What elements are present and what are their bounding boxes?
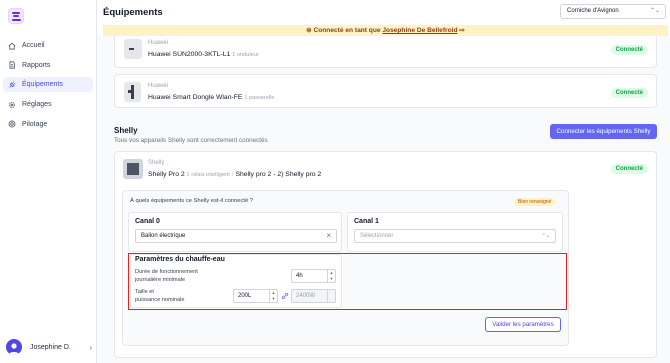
status-badge: Connecté — [610, 88, 648, 98]
params-title: Paramètres du chauffe-eau — [135, 256, 225, 263]
duration-label: Durée de fonctionnement journalière minim… — [135, 269, 198, 283]
sidebar-item-reglages[interactable]: Réglages — [3, 97, 93, 112]
device-image — [124, 39, 142, 59]
banner-user-link[interactable]: Josephine De Bellefroid — [382, 27, 457, 34]
sidebar-item-label: Rapports — [22, 61, 51, 69]
gear-icon — [8, 101, 16, 108]
device-card: Huawei Huawei SUN2000-3KTL-L1 1 onduleur… — [114, 36, 657, 68]
stepper-icon — [327, 290, 335, 302]
sidebar: Accueil Rapports Équipements Réglages Pi… — [0, 0, 97, 363]
banner-prefix: Connecté en tant que — [313, 27, 381, 34]
sidebar-item-equipements[interactable]: Équipements — [3, 77, 93, 93]
link-icon[interactable] — [281, 292, 289, 300]
status-badge: Connecté — [610, 164, 648, 174]
chevron-updown-icon: ⌃⌄ — [649, 8, 660, 14]
sidebar-item-label: Réglages — [22, 101, 52, 109]
user-name: Josephine D. — [30, 343, 71, 351]
canal-0-title: Canal 0 — [135, 218, 160, 225]
chevron-right-icon: › — [89, 342, 92, 352]
device-name: Huawei SUN2000-3KTL-L1 1 onduleur — [148, 51, 259, 58]
sidebar-item-accueil[interactable]: Accueil — [3, 38, 93, 53]
device-name: Shelly Pro 2 1 relais intelligent › Shel… — [148, 171, 322, 178]
exit-icon[interactable]: ⇨ — [459, 27, 465, 34]
connect-shelly-button[interactable]: Connecter les équipements Shelly — [550, 124, 657, 139]
connection-question: À quels équipements ce Shelly est-il con… — [130, 198, 254, 204]
sidebar-item-pilotage[interactable]: Pilotage — [3, 117, 93, 132]
validate-params-button[interactable]: Valider les paramètres — [485, 317, 561, 332]
device-brand: Huawei — [148, 40, 169, 46]
sidebar-nav: Accueil Rapports Équipements Réglages Pi… — [3, 38, 93, 136]
canal-0-select[interactable]: Ballon électrique × — [135, 229, 337, 243]
sidebar-item-label: Accueil — [22, 42, 45, 49]
section-title-shelly: Shelly — [114, 126, 138, 135]
canal-1-title: Canal 1 — [354, 218, 379, 225]
header: Équipements Corniche d'Avignon ⌃⌄ — [97, 0, 670, 25]
sidebar-item-rapports[interactable]: Rapports — [3, 58, 93, 73]
status-badge: Connecté — [610, 45, 648, 55]
status-badge: Bien renseigné — [514, 198, 556, 206]
avatar — [6, 339, 22, 355]
site-select[interactable]: Corniche d'Avignon ⌃⌄ — [560, 4, 666, 19]
stepper-icon[interactable]: ▲ ▼ — [269, 290, 277, 302]
page-title: Équipements — [103, 7, 163, 18]
canal-1-select[interactable]: Sélectionner ⌃⌄ — [354, 229, 556, 243]
device-image — [123, 159, 143, 179]
plug-icon — [9, 81, 16, 88]
device-name: Huawei Smart Dongle Wlan-FE 1 passerelle — [148, 94, 275, 101]
user-switch-icon: ⊜ — [306, 27, 312, 34]
device-card: Huawei Huawei Smart Dongle Wlan-FE 1 pas… — [114, 74, 657, 108]
user-icon — [8, 343, 20, 355]
device-image — [124, 82, 141, 102]
size-label: Taille et puissance nominale — [135, 289, 185, 303]
stepper-icon[interactable]: ▲ ▼ — [327, 270, 335, 282]
chevron-updown-icon: ⌃⌄ — [541, 233, 550, 239]
site-select-value: Corniche d'Avignon — [567, 8, 619, 14]
home-icon — [8, 42, 16, 49]
power-input[interactable]: 2400W — [291, 289, 336, 303]
device-brand: Shelly — [148, 160, 165, 166]
sidebar-item-label: Équipements — [22, 81, 63, 89]
clear-icon[interactable]: × — [326, 230, 331, 242]
section-subtitle: Tous vos appareils Shelly sont correctem… — [114, 137, 268, 144]
target-icon — [8, 120, 16, 128]
duration-input[interactable]: 4h ▲ ▼ — [291, 269, 336, 283]
document-icon — [9, 61, 15, 69]
sidebar-item-label: Pilotage — [22, 120, 48, 128]
device-brand: Huawei — [148, 83, 169, 89]
impersonation-banner: ⊜ Connecté en tant que Josephine De Bell… — [103, 25, 668, 36]
app-logo[interactable] — [8, 8, 24, 24]
user-menu[interactable]: Josephine D. › — [6, 339, 92, 355]
size-input[interactable]: 200L ▲ ▼ — [233, 289, 278, 303]
